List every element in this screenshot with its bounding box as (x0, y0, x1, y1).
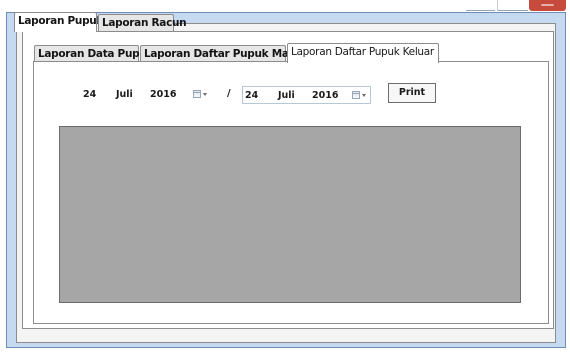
date-to-month: Juli (278, 90, 295, 101)
print-button[interactable]: Print (388, 83, 436, 103)
tab-laporan-daftar-pupuk-masuk[interactable]: Laporan Daftar Pupuk Masuk (140, 45, 309, 62)
close-button[interactable] (529, 0, 566, 11)
tab-laporan-daftar-pupuk-keluar[interactable]: Laporan Daftar Pupuk Keluar (287, 43, 439, 63)
date-from-month: Juli (116, 89, 133, 100)
tab-laporan-pupuk[interactable]: Laporan Pupuk (14, 12, 103, 32)
date-from-day: 24 (83, 89, 97, 100)
minimize-button[interactable] (466, 0, 495, 11)
date-to-day: 24 (245, 90, 259, 101)
tab-laporan-data-pupuk[interactable]: Laporan Data Pupuk (34, 45, 154, 62)
report-viewer (59, 126, 521, 303)
calendar-dropdown-icon[interactable] (193, 89, 209, 100)
date-range-separator: / (227, 88, 231, 99)
date-to-picker[interactable]: 24 Juli 2016 (242, 86, 371, 104)
maximize-button[interactable] (497, 0, 528, 11)
title-bar (0, 0, 570, 12)
calendar-dropdown-icon[interactable] (352, 90, 368, 101)
tab-laporan-racun[interactable]: Laporan Racun (98, 14, 187, 31)
date-from-year: 2016 (150, 89, 177, 100)
date-from-picker[interactable]: 24 Juli 2016 (80, 86, 211, 104)
date-to-year: 2016 (312, 90, 339, 101)
